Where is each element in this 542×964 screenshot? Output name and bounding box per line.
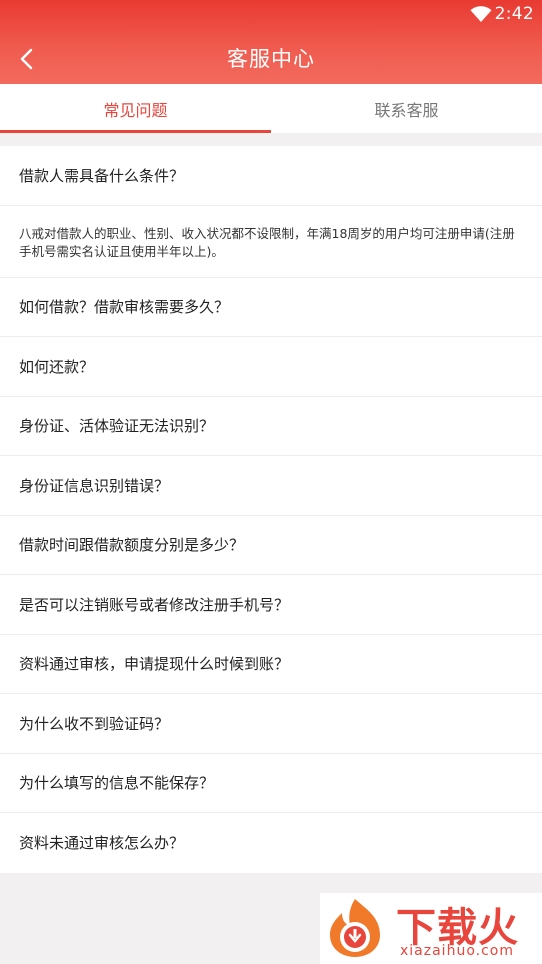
faq-list: 借款人需具备什么条件？ 八戒对借款人的职业、性别、收入状况都不设限制，年满18周… (0, 146, 542, 873)
flame-logo-icon (330, 899, 380, 957)
faq-question[interactable]: 如何借款？借款审核需要多久？ (0, 278, 542, 337)
faq-question[interactable]: 借款时间跟借款额度分别是多少？ (0, 516, 542, 575)
faq-question[interactable]: 资料通过审核，申请提现什么时候到账？ (0, 635, 542, 694)
watermark-url: xiazaihuo.com (400, 943, 514, 959)
faq-question[interactable]: 借款人需具备什么条件？ (0, 146, 542, 206)
status-bar: 2:42 (0, 0, 542, 30)
watermark: 下载火 xiazaihuo.com (320, 893, 542, 964)
page-title: 客服中心 (227, 47, 315, 71)
tab-bar: 常见问题 联系客服 (0, 84, 542, 133)
faq-question[interactable]: 资料未通过审核怎么办？ (0, 813, 542, 873)
faq-question[interactable]: 身份证、活体验证无法识别？ (0, 397, 542, 456)
faq-question[interactable]: 为什么填写的信息不能保存？ (0, 754, 542, 813)
tab-faq[interactable]: 常见问题 (0, 84, 271, 133)
app-header: 2:42 客服中心 (0, 0, 542, 84)
tab-contact-service[interactable]: 联系客服 (271, 84, 542, 133)
wifi-icon (470, 6, 492, 22)
faq-question[interactable]: 是否可以注销账号或者修改注册手机号？ (0, 575, 542, 635)
faq-question[interactable]: 为什么收不到验证码？ (0, 694, 542, 754)
faq-question[interactable]: 如何还款？ (0, 337, 542, 397)
faq-question[interactable]: 身份证信息识别错误？ (0, 456, 542, 516)
status-time: 2:42 (494, 4, 534, 24)
faq-answer: 八戒对借款人的职业、性别、收入状况都不设限制，年满18周岁的用户均可注册申请(注… (0, 206, 542, 278)
